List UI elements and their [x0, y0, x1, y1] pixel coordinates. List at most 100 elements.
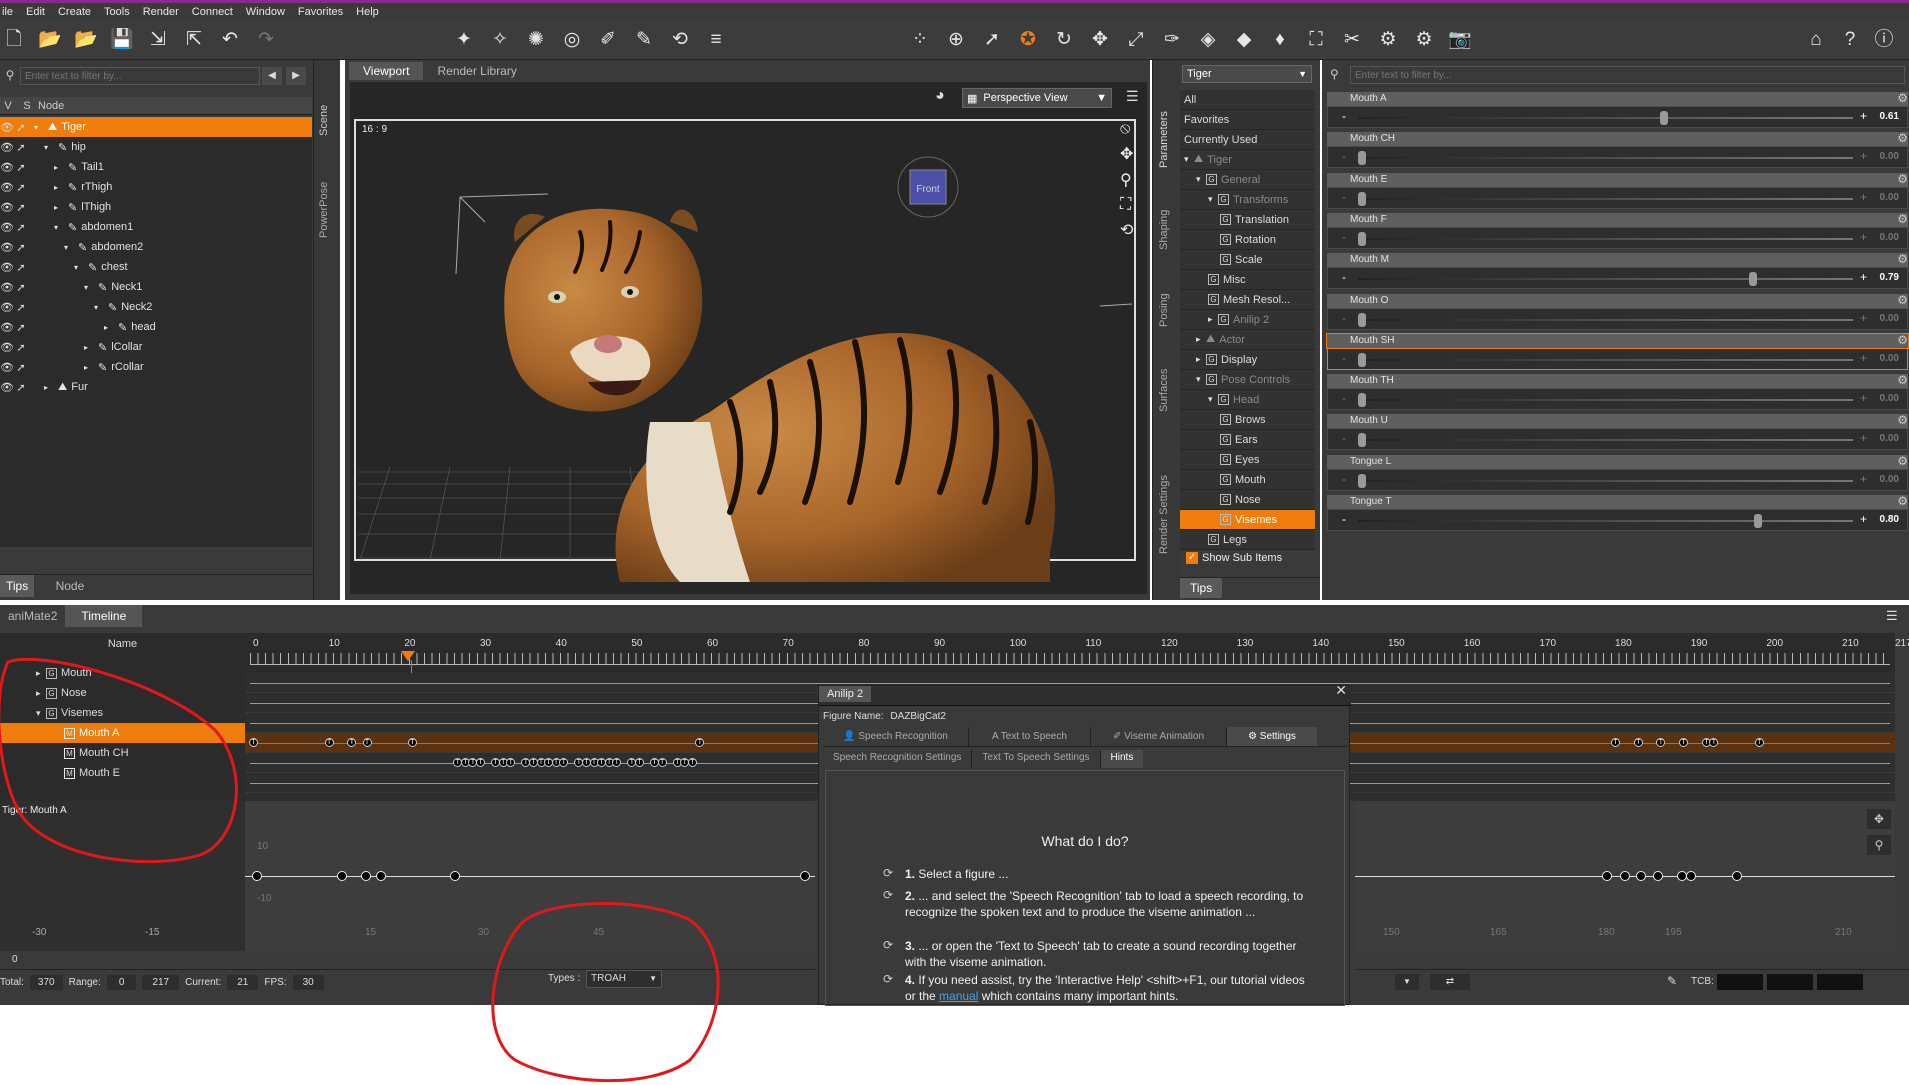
param-slider[interactable]: - +0.80 [1327, 509, 1908, 531]
minus-icon[interactable]: - [1342, 472, 1346, 486]
scene-node-rcollar[interactable]: 👁 ➚ ▸ ✎ rCollar [0, 357, 312, 377]
side-tab-surfaces[interactable]: Surfaces [1158, 355, 1176, 425]
select-arrow-icon[interactable]: ➚ [14, 241, 28, 254]
fps-field[interactable]: 30 [292, 975, 324, 990]
graph-keyframe[interactable] [1732, 871, 1742, 881]
param-value[interactable]: 0.00 [1880, 192, 1899, 203]
chevron-right-icon[interactable]: ▸ [1196, 354, 1206, 365]
rotate-icon[interactable]: ↻ [1052, 28, 1076, 52]
translate-icon[interactable]: ✥ [1088, 28, 1112, 52]
gear-icon[interactable]: ⚙ [1897, 172, 1908, 186]
param-value[interactable]: 0.00 [1880, 313, 1899, 324]
chevron-down-icon[interactable]: ▾ [1196, 174, 1206, 185]
param-value[interactable]: 0.00 [1880, 151, 1899, 162]
gear-icon[interactable]: ⚙ [1897, 131, 1908, 145]
plus-icon[interactable]: + [1860, 270, 1867, 284]
minus-icon[interactable]: - [1342, 149, 1346, 163]
types-select[interactable]: TROAH ▼ [586, 970, 662, 988]
active-pose-icon[interactable]: ✪ [1016, 28, 1040, 52]
eye-icon[interactable]: 👁 [0, 381, 14, 394]
select-arrow-icon[interactable]: ➚ [14, 121, 28, 134]
slider-track[interactable] [1358, 439, 1853, 442]
filter-back-button[interactable]: ◀ [262, 67, 282, 85]
chevron-down-icon[interactable]: ▾ [94, 303, 104, 312]
plus-icon[interactable]: + [1860, 230, 1867, 244]
nav-item-eyes[interactable]: G Eyes [1180, 450, 1315, 470]
plus-icon[interactable]: + [1860, 512, 1867, 526]
menu-tools[interactable]: Tools [104, 6, 130, 18]
param-value[interactable]: 0.00 [1880, 353, 1899, 364]
nav-item-favorites[interactable]: Favorites [1180, 110, 1315, 130]
keyframe[interactable]: T [1633, 738, 1643, 747]
nav-item-head[interactable]: ▾ G Head [1180, 390, 1315, 410]
chevron-right-icon[interactable]: ▸ [84, 363, 94, 372]
slider-track[interactable] [1358, 237, 1853, 240]
nav-item-ears[interactable]: G Ears [1180, 430, 1315, 450]
scene-node-abdomen1[interactable]: 👁 ➚ ▾ ✎ abdomen1 [0, 217, 312, 237]
keyframe[interactable]: T [634, 758, 644, 767]
render-icon[interactable]: 📷 [1448, 28, 1472, 52]
merge-icon[interactable]: 📂 [74, 28, 98, 52]
menu-window[interactable]: Window [246, 6, 285, 18]
param-value[interactable]: 0.79 [1880, 272, 1899, 283]
tcb-icon[interactable]: ✎ [1667, 974, 1677, 988]
tab-settings[interactable]: ⚙ Settings [1227, 727, 1317, 746]
graph-keyframe[interactable] [1636, 871, 1646, 881]
nav-item-transforms[interactable]: ▾ G Transforms [1180, 190, 1315, 210]
tcb-bias-field[interactable] [1817, 974, 1863, 990]
slider-thumb[interactable] [1358, 151, 1366, 166]
graph-pan-icon[interactable]: ✥ [1867, 809, 1891, 829]
tab-tips[interactable]: Tips [0, 575, 35, 597]
scene-node-hip[interactable]: 👁 ➚ ▾ ✎ hip [0, 137, 312, 157]
slider-thumb[interactable] [1358, 191, 1366, 206]
col-visible[interactable]: V [0, 100, 16, 112]
keyframe[interactable]: T [324, 738, 334, 747]
graph-keyframe[interactable] [800, 871, 810, 881]
render-viewport-icon[interactable]: ⛶ [1304, 28, 1328, 52]
gear-icon[interactable]: ⚙ [1897, 333, 1908, 347]
scene-node-neck2[interactable]: 👁 ➚ ▾ ✎ Neck2 [0, 297, 312, 317]
plus-icon[interactable]: + [1860, 472, 1867, 486]
undo-icon[interactable]: ↶ [218, 28, 242, 52]
gear-icon[interactable]: ⚙ [1897, 494, 1908, 508]
keyframe[interactable]: T [657, 758, 667, 767]
zoom-icon[interactable]: ⚲ [1120, 170, 1133, 190]
select-arrow-icon[interactable]: ➚ [14, 181, 28, 194]
eye-icon[interactable]: 👁 [0, 281, 14, 294]
keyframe[interactable]: T [1611, 738, 1621, 747]
open-icon[interactable]: 📂 [38, 28, 62, 52]
plus-icon[interactable]: + [1860, 190, 1867, 204]
nav-item-scale[interactable]: G Scale [1180, 250, 1315, 270]
plus-icon[interactable]: + [1860, 351, 1867, 365]
nav-item-brows[interactable]: G Brows [1180, 410, 1315, 430]
graph-keyframe[interactable] [337, 871, 347, 881]
timeline-row-mouth-a[interactable]: M Mouth A [0, 723, 245, 743]
scene-filter-input[interactable] [20, 67, 260, 85]
menu-connect[interactable]: Connect [192, 6, 233, 18]
param-slider[interactable]: - +0.00 [1327, 186, 1908, 209]
timeline-row-visemes[interactable]: ▾ G Visemes [0, 703, 245, 723]
subtab-hints[interactable]: Hints [1100, 750, 1144, 768]
pointer-icon[interactable]: ➚ [980, 28, 1004, 52]
eye-icon[interactable]: 👁 [0, 341, 14, 354]
nav-item-mesh-resol-[interactable]: G Mesh Resol... [1180, 290, 1315, 310]
plus-icon[interactable]: + [1860, 391, 1867, 405]
tab-viseme-animation[interactable]: ✐ Viseme Animation [1091, 727, 1227, 746]
graph-keyframe[interactable] [1620, 871, 1630, 881]
minus-icon[interactable]: - [1342, 391, 1346, 405]
side-tab-scene-label[interactable]: Scene [318, 90, 336, 150]
chevron-down-icon[interactable]: ▾ [54, 223, 64, 232]
gear-icon[interactable]: ⚙ [1897, 252, 1908, 266]
select-arrow-icon[interactable]: ➚ [14, 341, 28, 354]
slider-thumb[interactable] [1358, 473, 1366, 488]
nav-item-display[interactable]: ▸ G Display [1180, 350, 1315, 370]
slider-thumb[interactable] [1358, 352, 1366, 367]
chevron-down-icon[interactable]: ▾ [34, 123, 44, 132]
new-file-icon[interactable]: 🗋 [2, 28, 26, 52]
scene-node-head[interactable]: 👁 ➚ ▸ ✎ head [0, 317, 312, 337]
figure-select[interactable]: Tiger ▼ [1182, 65, 1312, 83]
params-filter-input[interactable] [1350, 66, 1905, 84]
scene-node-fur[interactable]: 👁 ➚ ▸ ⛰ Fur [0, 377, 312, 397]
param-slider[interactable]: - +0.00 [1327, 307, 1908, 330]
anilip-title-bar[interactable]: Anilip 2 ✕ [819, 682, 1351, 706]
